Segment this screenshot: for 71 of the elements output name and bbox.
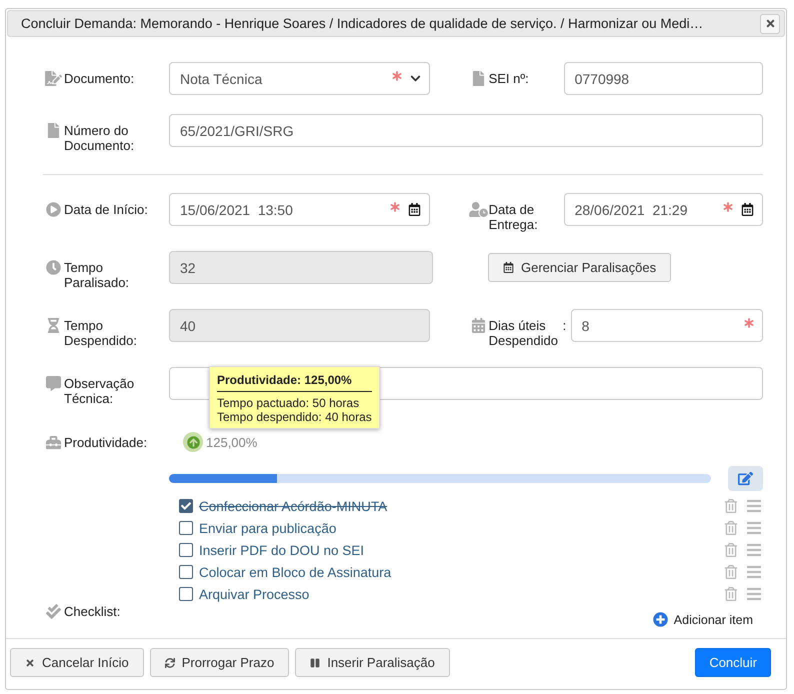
required-icon	[392, 70, 402, 80]
dialog-title: Concluir Demanda: Memorando - Henrique Soares / Indicadores de qualidade de serviço. / Harmonizar ou Medi…	[21, 16, 704, 31]
pause-icon	[310, 658, 320, 668]
field-label: Data de Entrega:	[488, 202, 539, 232]
trash-icon[interactable]	[724, 565, 738, 579]
checklist-item[interactable]: Inserir PDF do DOU no SEI	[199, 542, 724, 558]
drag-handle-icon[interactable]	[746, 520, 762, 536]
add-item-button[interactable]: Adicionar item	[652, 612, 753, 627]
close-button[interactable]	[760, 14, 780, 34]
edit-button[interactable]	[728, 466, 763, 491]
calendar-icon	[741, 203, 754, 216]
trash-icon[interactable]	[724, 543, 738, 557]
arrow-up-icon	[183, 432, 203, 452]
field-label: Observação Técnica:	[64, 376, 136, 406]
drag-handle-icon[interactable]	[746, 586, 762, 602]
user-clock-icon	[468, 202, 489, 217]
checklist-item[interactable]: Confeccionar Acórdão-MINUTA	[199, 498, 724, 514]
close-icon	[25, 658, 35, 668]
signature-icon	[43, 71, 64, 86]
checkbox[interactable]	[179, 565, 193, 579]
checklist-item[interactable]: Colocar em Bloco de Assinatura	[199, 564, 724, 580]
text-field[interactable]: 65/2021/GRI/SRG	[169, 114, 763, 147]
field-label: SEI nº:	[488, 71, 530, 86]
refresh-icon	[164, 658, 175, 668]
field-label: Dias úteis Despendido	[488, 318, 559, 348]
field-label: Checklist:	[64, 604, 122, 619]
text-field[interactable]: 0770998	[564, 62, 763, 95]
checkbox[interactable]	[179, 521, 193, 535]
checkbox[interactable]	[179, 587, 193, 601]
checkbox[interactable]	[179, 499, 193, 513]
required-icon	[390, 202, 400, 212]
trash-icon[interactable]	[724, 587, 738, 601]
date-field[interactable]: 28/06/2021 21:29	[564, 193, 763, 226]
calendar-icon	[408, 203, 421, 216]
toolbox-icon	[43, 434, 64, 450]
field-label: Tempo Despendido:	[64, 318, 138, 348]
drag-handle-icon[interactable]	[746, 498, 762, 514]
chevron-icon	[410, 73, 421, 84]
field-label: Produtividade:	[64, 434, 148, 450]
tooltip-line: Tempo pactuado: 50 horas	[217, 396, 360, 410]
separator-text: :	[562, 318, 568, 333]
footer-button[interactable]: Prorrogar Prazo	[150, 648, 290, 677]
tooltip-title: Produtividade: 125,00%	[217, 373, 372, 392]
document-select[interactable]: Nota Técnica	[169, 62, 430, 95]
field-label: Tempo Paralisado:	[64, 260, 130, 290]
drag-handle-icon[interactable]	[746, 564, 762, 580]
footer-button[interactable]: Cancelar Início	[10, 648, 144, 677]
calendar-icon	[503, 262, 514, 273]
footer-button[interactable]: Inserir Paralisação	[295, 648, 450, 677]
confirm-button[interactable]: Concluir	[695, 648, 771, 677]
checkbox[interactable]	[179, 543, 193, 557]
field-label: Documento:	[64, 71, 136, 86]
double-check-icon	[43, 604, 64, 619]
field-label: Número do Documento:	[64, 123, 136, 153]
trash-icon[interactable]	[724, 521, 738, 535]
productivity-value: 125,00%	[206, 434, 258, 450]
required-icon	[744, 318, 754, 328]
tooltip-line: Tempo despendido: 40 horas	[217, 410, 372, 424]
plus-icon	[652, 612, 668, 627]
field-label: Data de Início:	[64, 202, 149, 217]
manage-button[interactable]: Gerenciar Paralisações	[488, 253, 672, 282]
drag-handle-icon[interactable]	[746, 542, 762, 558]
close-icon	[764, 18, 776, 29]
comment-icon	[43, 376, 64, 391]
required-icon	[723, 202, 733, 212]
text-field[interactable]: 8	[570, 309, 763, 342]
edit-icon	[738, 471, 753, 486]
checklist-item[interactable]: Enviar para publicação	[199, 520, 724, 536]
trash-icon[interactable]	[724, 499, 738, 513]
checklist-item[interactable]: Arquivar Processo	[199, 586, 724, 602]
date-field[interactable]: 15/06/2021 13:50	[169, 193, 430, 226]
